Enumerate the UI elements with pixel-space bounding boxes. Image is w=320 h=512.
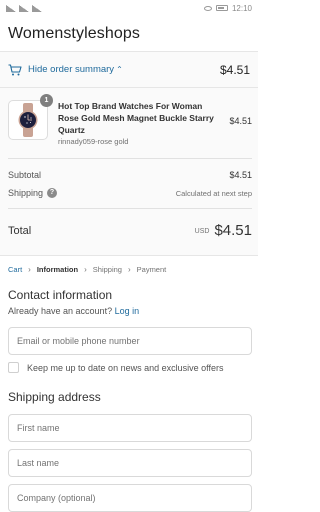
shipping-label: Shipping [8, 188, 44, 198]
breadcrumb-cart[interactable]: Cart [8, 265, 22, 274]
status-icons-left [6, 4, 42, 12]
total-value: $4.51 [214, 222, 252, 239]
divider [8, 158, 252, 159]
cart-icon [8, 63, 22, 75]
battery-icon [215, 5, 228, 11]
product-thumbnail-wrap: 1 [8, 94, 53, 140]
divider [8, 208, 252, 209]
toggle-summary-label[interactable]: Hide order summary [28, 64, 114, 75]
account-prompt: Already have an account? Log in [8, 306, 139, 316]
signal-icon [6, 4, 16, 12]
status-time: 12:10 [231, 3, 252, 13]
breadcrumb-information: Information [36, 265, 79, 274]
total-row: Total USD $4.51 [8, 222, 252, 239]
company-field[interactable] [8, 484, 252, 512]
chevron-up-icon: ⌃ [116, 65, 123, 74]
subtotal-label: Subtotal [8, 170, 42, 180]
chevron-right-icon: › [127, 265, 131, 274]
store-header: Womenstyleshops [0, 16, 258, 52]
product-name: Hot Top Brand Watches For Woman Rose Gol… [58, 101, 214, 135]
product-line-item: 1 Hot Top Brand Watches For Woman Rose G… [8, 94, 252, 146]
first-name-field[interactable] [8, 414, 252, 442]
summary-total: $4.51 [219, 62, 250, 77]
shipping-section-title: Shipping address [8, 390, 101, 404]
total-label: Total [8, 224, 32, 237]
wifi-icon [32, 4, 42, 12]
login-link[interactable]: Log in [115, 306, 140, 316]
help-icon[interactable]: ? [47, 188, 58, 198]
newsletter-label[interactable]: Keep me up to date on news and exclusive… [27, 363, 223, 373]
shipping-value: Calculated at next step [175, 188, 252, 198]
product-price: $4.51 [229, 116, 252, 126]
product-info: Hot Top Brand Watches For Woman Rose Gol… [58, 100, 218, 146]
newsletter-checkbox[interactable] [8, 362, 19, 373]
status-bar: 12:10 [0, 0, 258, 16]
last-name-field[interactable] [8, 449, 252, 477]
newsletter-option[interactable]: Keep me up to date on news and exclusive… [8, 362, 223, 373]
email-field[interactable] [8, 327, 252, 355]
subtotal-row: Subtotal $4.51 [8, 170, 252, 180]
currency-code: USD [194, 228, 210, 235]
signal-icon-2 [19, 4, 29, 12]
shipping-row: Shipping ? Calculated at next step [8, 188, 252, 198]
chevron-right-icon: › [84, 265, 87, 274]
breadcrumb: Cart › Information › Shipping › Payment [8, 265, 166, 274]
breadcrumb-shipping: Shipping [92, 265, 122, 274]
contact-section-title: Contact information [8, 288, 113, 302]
status-icons-right: 12:10 [203, 3, 252, 13]
order-summary-toggle[interactable]: Hide order summary ⌃ $4.51 [0, 52, 258, 88]
subtotal-value: $4.51 [229, 170, 252, 180]
breadcrumb-payment: Payment [136, 265, 167, 274]
product-thumbnail [8, 100, 48, 140]
account-prompt-text: Already have an account? [8, 306, 113, 316]
quantity-badge: 1 [40, 94, 53, 107]
eye-icon [203, 5, 212, 11]
order-summary-panel: 1 Hot Top Brand Watches For Woman Rose G… [0, 88, 258, 256]
store-name[interactable]: Womenstyleshops [8, 25, 140, 43]
chevron-right-icon: › [28, 265, 31, 274]
watch-icon [18, 103, 38, 137]
product-variant: rinnady059-rose gold [58, 137, 129, 146]
